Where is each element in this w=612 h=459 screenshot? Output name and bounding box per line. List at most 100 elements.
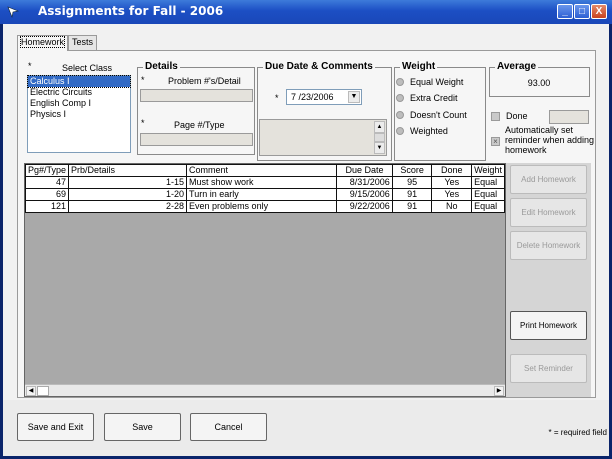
due-date-picker[interactable]: 7 /23/2006 ▼ — [286, 89, 362, 105]
application-window: Assignments for Fall - 2006 _ □ X Homewo… — [0, 0, 612, 459]
select-class-label: Select Class — [62, 63, 113, 73]
homework-panel: * Select Class Calculus I Electric Circu… — [17, 50, 596, 398]
cell-page: 69 — [25, 188, 70, 201]
page-input[interactable] — [140, 133, 253, 146]
horizontal-scrollbar[interactable]: ◀ ▶ — [25, 384, 505, 396]
cell-weight: Equal — [471, 188, 505, 201]
done-label: Done — [506, 111, 528, 121]
cell-due-date: 9/22/2006 — [336, 200, 393, 213]
cell-problems: 2-28 — [68, 200, 188, 213]
action-panel: Add Homework Edit Homework Delete Homewo… — [506, 163, 591, 397]
done-checkbox[interactable] — [491, 112, 500, 121]
set-reminder-button[interactable]: Set Reminder — [510, 354, 587, 383]
page-required: * — [141, 118, 145, 128]
close-button[interactable]: X — [591, 4, 607, 19]
cell-score: 91 — [391, 200, 433, 213]
save-button[interactable]: Save — [104, 413, 181, 441]
cell-due-date: 8/31/2006 — [336, 176, 393, 189]
cell-page: 47 — [25, 176, 70, 189]
footer-bar: Save and Exit Save Cancel * = required f… — [3, 400, 609, 456]
column-header[interactable]: Pg#/Type — [25, 164, 70, 177]
weight-radio-equal[interactable] — [396, 78, 404, 86]
column-header[interactable]: Weight — [471, 164, 505, 177]
required-field-note: * = required field — [548, 428, 607, 437]
edit-homework-button[interactable]: Edit Homework — [510, 198, 587, 227]
weight-option-label: Extra Credit — [410, 93, 458, 103]
print-homework-button[interactable]: Print Homework — [510, 311, 587, 340]
column-header[interactable]: Score — [391, 164, 433, 177]
table-row[interactable]: 47 1-15 Must show work 8/31/2006 95 Yes … — [25, 176, 505, 189]
cell-problems: 1-20 — [68, 188, 188, 201]
tab-homework[interactable]: Homework — [17, 35, 69, 51]
select-class-required: * — [28, 61, 32, 71]
table-row[interactable]: 69 1-20 Turn in early 9/15/2006 91 Yes E… — [25, 188, 505, 201]
cell-weight: Equal — [471, 176, 505, 189]
client-area: Homework Tests * Select Class Calculus I… — [3, 24, 609, 456]
problem-label: Problem #'s/Detail — [168, 76, 241, 86]
homework-table: Pg#/Type Prb/Details Comment Due Date Sc… — [25, 164, 505, 213]
chevron-down-icon[interactable]: ▼ — [348, 91, 360, 103]
cancel-button[interactable]: Cancel — [190, 413, 267, 441]
class-list[interactable]: Calculus I Electric Circuits English Com… — [27, 75, 131, 153]
column-header[interactable]: Prb/Details — [68, 164, 188, 177]
table-header-row: Pg#/Type Prb/Details Comment Due Date Sc… — [25, 164, 505, 177]
cell-comment: Even problems only — [186, 200, 338, 213]
page-label: Page #/Type — [174, 120, 225, 130]
table-row[interactable]: 121 2-28 Even problems only 9/22/2006 91… — [25, 200, 505, 213]
minimize-button[interactable]: _ — [557, 4, 573, 19]
details-heading: Details — [143, 61, 180, 72]
scroll-thumb[interactable] — [37, 386, 49, 396]
done-input[interactable] — [549, 110, 589, 124]
tab-tests[interactable]: Tests — [68, 35, 98, 50]
maximize-icon: □ — [578, 6, 586, 17]
cell-done: Yes — [431, 188, 473, 201]
save-and-exit-button[interactable]: Save and Exit — [17, 413, 94, 441]
cell-comment: Turn in early — [186, 188, 338, 201]
app-icon — [7, 6, 20, 19]
delete-homework-button[interactable]: Delete Homework — [510, 231, 587, 260]
scroll-left-icon[interactable]: ◀ — [26, 386, 36, 396]
class-item[interactable]: Electric Circuits — [28, 87, 130, 98]
scroll-down-icon[interactable]: ▼ — [374, 142, 385, 154]
weight-radio-none[interactable] — [396, 111, 404, 119]
cell-problems: 1-15 — [68, 176, 188, 189]
due-date-required: * — [275, 93, 279, 103]
due-date-heading: Due Date & Comments — [263, 61, 375, 72]
due-date-value: 7 /23/2006 — [291, 92, 334, 102]
class-item[interactable]: Calculus I — [27, 75, 131, 88]
close-icon: X — [595, 6, 603, 17]
weight-radio-extra[interactable] — [396, 94, 404, 102]
weight-heading: Weight — [400, 61, 438, 72]
problem-required: * — [141, 75, 145, 85]
reminder-checkbox[interactable]: × — [491, 137, 500, 146]
maximize-button[interactable]: □ — [574, 4, 590, 19]
cell-score: 95 — [391, 176, 433, 189]
scroll-thumb[interactable] — [374, 133, 385, 142]
cell-comment: Must show work — [186, 176, 338, 189]
reminder-label: Automatically set reminder when adding h… — [505, 125, 595, 155]
add-homework-button[interactable]: Add Homework — [510, 165, 587, 194]
minimize-icon: _ — [562, 6, 568, 17]
cell-done: Yes — [431, 176, 473, 189]
weight-radio-weighted[interactable] — [396, 127, 404, 135]
average-value: 93.00 — [527, 78, 551, 88]
title-bar[interactable]: Assignments for Fall - 2006 _ □ X — [0, 0, 612, 24]
cell-weight: Equal — [471, 200, 505, 213]
cell-done: No — [431, 200, 473, 213]
cell-due-date: 9/15/2006 — [336, 188, 393, 201]
scroll-right-icon[interactable]: ▶ — [494, 386, 504, 396]
weight-option-label: Equal Weight — [410, 77, 464, 87]
comments-input[interactable]: ▲ ▼ — [259, 119, 387, 156]
column-header[interactable]: Done — [431, 164, 473, 177]
column-header[interactable]: Comment — [186, 164, 338, 177]
class-item[interactable]: English Comp I — [28, 98, 130, 109]
column-header[interactable]: Due Date — [336, 164, 393, 177]
class-item[interactable]: Physics I — [28, 109, 130, 120]
cell-score: 91 — [391, 188, 433, 201]
scroll-up-icon[interactable]: ▲ — [374, 121, 385, 133]
problem-input[interactable] — [140, 89, 253, 102]
homework-grid[interactable]: Pg#/Type Prb/Details Comment Due Date Sc… — [24, 163, 506, 397]
window-title: Assignments for Fall - 2006 — [38, 4, 224, 18]
weight-option-label: Weighted — [410, 126, 448, 136]
cell-page: 121 — [25, 200, 70, 213]
